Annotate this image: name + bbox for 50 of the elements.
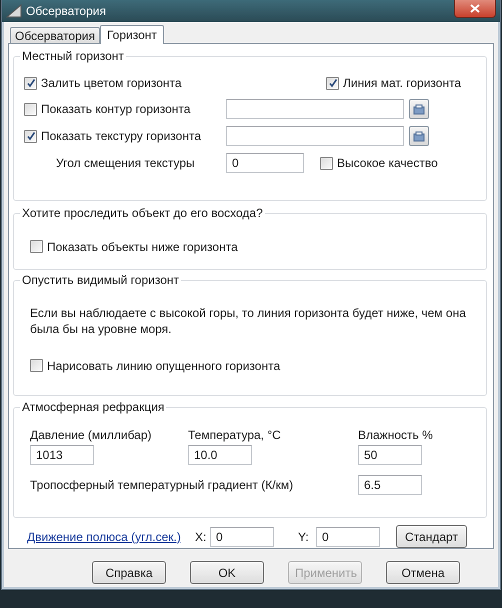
group-title: Местный горизонт bbox=[20, 49, 126, 63]
field-label: Влажность % bbox=[358, 428, 433, 442]
window-title: Обсерватория bbox=[26, 4, 106, 18]
checkbox[interactable] bbox=[24, 76, 37, 90]
checkbox[interactable] bbox=[320, 156, 333, 170]
pressure-field[interactable]: 1013 bbox=[30, 444, 94, 465]
file-path-field[interactable] bbox=[226, 99, 404, 119]
humidity-field[interactable]: 50 bbox=[358, 444, 422, 465]
close-icon bbox=[470, 4, 480, 13]
description-text: Если вы наблюдаете с высокой горы, то линия горизонта будет ниже, чем она была бы на уровне моря. bbox=[29, 304, 467, 337]
checkbox-label[interactable]: Залить цветом горизонта bbox=[41, 76, 182, 90]
group-title: Хотите проследить объект до его восхода? bbox=[20, 206, 265, 220]
field-label: Температура, °C bbox=[188, 428, 282, 442]
folder-icon bbox=[413, 104, 425, 114]
field-label: X: bbox=[195, 530, 208, 544]
dialog-button[interactable]: Справка bbox=[92, 561, 166, 584]
tab[interactable]: Горизонт bbox=[100, 25, 164, 44]
browse-button[interactable] bbox=[409, 126, 429, 146]
app-icon bbox=[6, 4, 22, 18]
default-button[interactable]: Стандарт bbox=[396, 525, 467, 548]
checkbox[interactable] bbox=[24, 102, 37, 116]
tab[interactable]: Обсерватория bbox=[10, 27, 100, 43]
checkbox-label[interactable]: Высокое качество bbox=[337, 156, 438, 170]
checkbox-label[interactable]: Показать текстуру горизонта bbox=[41, 129, 202, 143]
dialog-button[interactable]: OK bbox=[190, 561, 264, 584]
field-label: Давление (миллибар) bbox=[30, 428, 153, 442]
folder-icon bbox=[413, 130, 425, 142]
checkbox[interactable] bbox=[326, 76, 339, 90]
polar-motion-link[interactable]: Движение полюса (угл.сек.) bbox=[27, 530, 195, 544]
close-button[interactable] bbox=[454, 0, 496, 18]
field-label: Y: bbox=[298, 530, 310, 544]
checkbox-label[interactable]: Нарисовать линию опущенного горизонта bbox=[47, 358, 280, 373]
checkbox[interactable] bbox=[24, 130, 37, 142]
angle-field[interactable]: 0 bbox=[226, 153, 304, 173]
x-field[interactable]: 0 bbox=[210, 526, 274, 546]
y-field[interactable]: 0 bbox=[316, 526, 380, 546]
temperature-field[interactable]: 10.0 bbox=[188, 444, 252, 465]
group-title: Опустить видимый горизонт bbox=[20, 272, 182, 287]
group-title: Атмосферная рефракция bbox=[20, 400, 166, 414]
checkbox[interactable] bbox=[30, 359, 43, 372]
checkbox-label[interactable]: Линия мат. горизонта bbox=[343, 76, 462, 90]
field-label: Тропосферный температурный градиент (К/км) bbox=[30, 478, 294, 492]
browse-button[interactable] bbox=[409, 99, 429, 119]
gradient-field[interactable]: 6.5 bbox=[358, 474, 422, 495]
checkbox-label[interactable]: Показать контур горизонта bbox=[41, 102, 190, 116]
checkbox-label[interactable]: Показать объекты ниже горизонта bbox=[47, 240, 238, 254]
checkbox[interactable] bbox=[30, 240, 43, 254]
field-label: Угол смещения текстуры bbox=[56, 156, 195, 170]
file-path-field[interactable] bbox=[226, 126, 404, 146]
dialog-button[interactable]: Отмена bbox=[386, 561, 460, 584]
